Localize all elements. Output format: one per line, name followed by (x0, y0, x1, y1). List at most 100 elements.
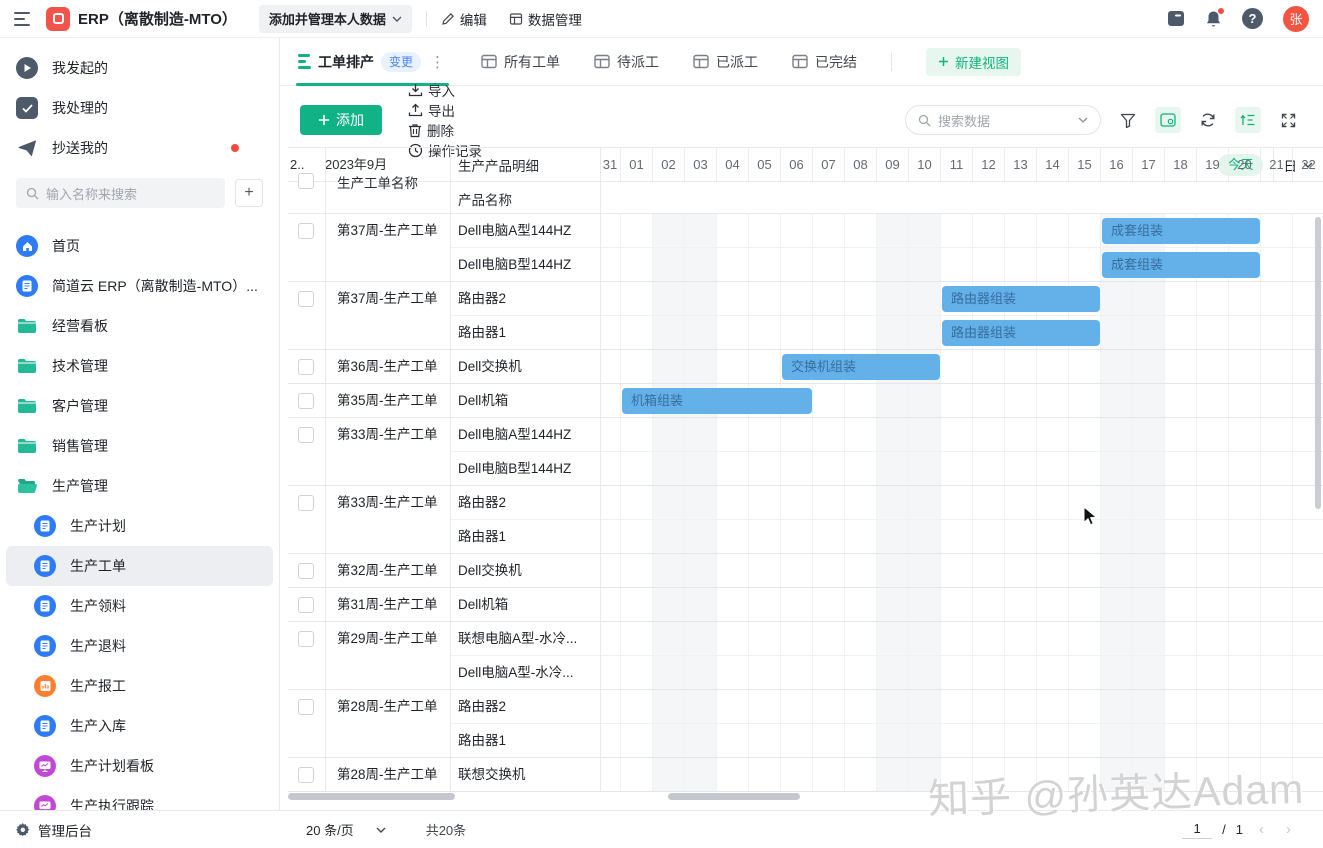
gantt-bar[interactable]: 路由器组装 (942, 286, 1100, 312)
sidebar-item-生产报工[interactable]: 生产报工 (0, 666, 279, 706)
add-app-button[interactable]: + (235, 179, 263, 207)
tab-工单排产[interactable]: 工单排产变更⋮ (298, 38, 447, 86)
sidebar-item-生产领料[interactable]: 生产领料 (0, 586, 279, 626)
导入-button[interactable]: 导入 (408, 80, 482, 100)
product-name-cell: 路由器1 (450, 724, 600, 758)
删除-button[interactable]: 删除 (408, 120, 482, 140)
day-header-cell: 14 (1037, 148, 1069, 181)
product-name-cell: Dell机箱 (450, 588, 600, 622)
left-pane-hscrollbar[interactable] (288, 793, 455, 800)
gantt-bar[interactable]: 交换机组装 (782, 354, 940, 380)
page-size-dropdown[interactable]: 20 条/页 (306, 820, 386, 839)
sidebar-item-我发起的[interactable]: 我发起的 (0, 48, 279, 88)
day-header-cell: 11 (941, 148, 973, 181)
sidebar-item-生产计划[interactable]: 生产计划 (0, 506, 279, 546)
order-name-cell: 第36周-生产工单 (325, 350, 450, 384)
gantt-bar[interactable]: 路由器组装 (942, 320, 1100, 346)
sidebar-item-抄送我的[interactable]: 抄送我的 (0, 128, 279, 168)
sidebar-item-简道云 ERP（离散制造-MTO）...[interactable]: 简道云 ERP（离散制造-MTO）... (0, 266, 279, 306)
row-checkbox[interactable] (298, 393, 314, 409)
search-placeholder: 搜索数据 (938, 111, 990, 130)
gantt-hscrollbar[interactable] (668, 793, 800, 800)
product-name-cell: Dell交换机 (450, 554, 600, 588)
avatar[interactable]: 张 (1283, 6, 1309, 32)
send-icon (16, 137, 38, 159)
doc-icon (34, 635, 56, 657)
refresh-icon[interactable] (1195, 107, 1221, 133)
row-checkbox[interactable] (298, 495, 314, 511)
gantt-bar[interactable]: 机箱组装 (622, 388, 812, 414)
row-checkbox[interactable] (298, 597, 314, 613)
sidebar-search-input[interactable]: 输入名称来搜索 (16, 178, 225, 208)
prev-page-icon[interactable]: ‹ (1253, 821, 1270, 838)
collapse-menu-icon[interactable] (14, 12, 32, 26)
month-truncated: 2.. (290, 148, 304, 182)
page-number-input[interactable]: 1 (1182, 821, 1212, 839)
gantt-bar[interactable]: 成套组装 (1102, 252, 1260, 278)
row-checkbox[interactable] (298, 359, 314, 375)
sidebar-item-生产入库[interactable]: 生产入库 (0, 706, 279, 746)
sidebar-item-首页[interactable]: 首页 (0, 226, 279, 266)
tab-已完结[interactable]: 已完结 (792, 38, 857, 86)
sidebar-item-label: 销售管理 (52, 436, 108, 456)
dashboard-icon (34, 795, 56, 810)
plus-icon (318, 114, 330, 126)
group-separator (288, 791, 1323, 792)
sidebar-item-经营看板[interactable]: 经营看板 (0, 306, 279, 346)
sidebar-item-label: 经营看板 (52, 316, 108, 336)
row-checkbox[interactable] (298, 223, 314, 239)
edit-button[interactable]: 编辑 (441, 9, 487, 29)
add-button[interactable]: 添加 (300, 105, 382, 135)
level-sort-icon[interactable] (1235, 107, 1261, 133)
gantt-header: 生产工单名称 生产产品明细 产品名称 2.. 2023年9月 今天 日 3101… (288, 147, 1323, 214)
sidebar-item-生产管理[interactable]: 生产管理 (0, 466, 279, 506)
admin-backend-button[interactable]: 管理后台 (0, 820, 280, 840)
sidebar-item-生产计划看板[interactable]: 生产计划看板 (0, 746, 279, 786)
page-size-label: 20 条/页 (306, 820, 354, 839)
sidebar-item-生产退料[interactable]: 生产退料 (0, 626, 279, 666)
sidebar-item-我处理的[interactable]: 我处理的 (0, 88, 279, 128)
day-header-cell: 17 (1133, 148, 1165, 181)
product-name-cell: 路由器1 (450, 316, 600, 350)
day-header-cell: 05 (749, 148, 781, 181)
sidebar-item-生产工单[interactable]: 生产工单 (6, 546, 273, 586)
row-checkbox[interactable] (298, 427, 314, 443)
row-checkbox[interactable] (298, 563, 314, 579)
fullscreen-icon[interactable] (1275, 107, 1301, 133)
notebook-icon[interactable] (1167, 10, 1185, 27)
row-checkbox[interactable] (298, 291, 314, 307)
tab-label: 所有工单 (504, 52, 560, 72)
day-column (1101, 214, 1133, 792)
vertical-scrollbar[interactable] (1315, 217, 1321, 509)
new-view-button[interactable]: 新建视图 (926, 48, 1021, 76)
gantt-bar[interactable]: 成套组装 (1102, 218, 1260, 244)
tab-待派工[interactable]: 待派工 (594, 38, 659, 86)
search-data-input[interactable]: 搜索数据 (905, 105, 1101, 135)
filter-icon[interactable] (1115, 107, 1141, 133)
product-name-cell: Dell机箱 (450, 384, 600, 418)
tab-badge: 变更 (381, 52, 421, 72)
sidebar-item-label: 生产计划 (70, 516, 126, 536)
notifications-bell-icon[interactable] (1205, 10, 1222, 28)
sidebar-item-销售管理[interactable]: 销售管理 (0, 426, 279, 466)
top-bar: ERP（离散制造-MTO） 添加并管理本人数据 编辑 数据管理 ? 张 (0, 0, 1323, 38)
sidebar: 我发起的我处理的抄送我的 输入名称来搜索 + 首页简道云 ERP（离散制造-MT… (0, 38, 280, 810)
card-view-icon[interactable] (1155, 107, 1181, 133)
search-icon (918, 114, 931, 127)
data-scope-dropdown[interactable]: 添加并管理本人数据 (259, 5, 412, 33)
folder-icon (16, 315, 38, 337)
row-checkbox[interactable] (298, 699, 314, 715)
data-manage-button[interactable]: 数据管理 (509, 9, 582, 29)
row-checkbox[interactable] (298, 631, 314, 647)
sidebar-item-技术管理[interactable]: 技术管理 (0, 346, 279, 386)
导出-button[interactable]: 导出 (408, 100, 482, 120)
day-column (621, 214, 653, 792)
sidebar-item-生产执行跟踪[interactable]: 生产执行跟踪 (0, 786, 279, 810)
help-icon[interactable]: ? (1242, 8, 1263, 29)
tab-more-icon[interactable]: ⋮ (428, 53, 447, 71)
next-page-icon[interactable]: › (1280, 821, 1297, 838)
tab-所有工单[interactable]: 所有工单 (481, 38, 560, 86)
tab-已派工[interactable]: 已派工 (693, 38, 758, 86)
row-checkbox[interactable] (298, 767, 314, 783)
sidebar-item-客户管理[interactable]: 客户管理 (0, 386, 279, 426)
